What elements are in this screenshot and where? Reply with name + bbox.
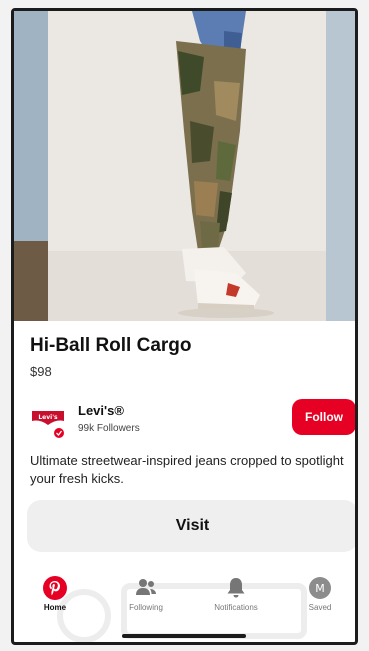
bell-icon <box>227 578 245 598</box>
nav-label-notifications: Notifications <box>214 603 258 612</box>
product-photo <box>14 11 355 321</box>
nav-item-saved[interactable]: M Saved <box>285 567 355 617</box>
product-price: $98 <box>30 364 52 379</box>
pinterest-icon <box>43 576 67 600</box>
home-indicator <box>122 634 246 638</box>
levis-logo-icon[interactable]: Levi's <box>30 407 66 441</box>
nav-label-home: Home <box>43 603 67 612</box>
product-description: Ultimate streetwear-inspired jeans cropp… <box>30 453 344 486</box>
svg-text:Levi's: Levi's <box>38 414 58 421</box>
brand-name[interactable]: Levi's® <box>78 403 124 418</box>
brand-followers: 99k Followers <box>78 423 140 434</box>
product-title: Hi-Ball Roll Cargo <box>30 335 192 356</box>
nav-item-home[interactable]: Home <box>20 567 90 617</box>
product-image[interactable] <box>14 11 355 321</box>
avatar-icon: M <box>309 577 331 599</box>
brand-row: Levi's Levi's® 99k Followers Follow <box>14 395 355 445</box>
follow-button[interactable]: Follow <box>292 399 355 435</box>
nav-item-following[interactable]: Following <box>111 567 181 617</box>
bottom-nav: Home Following Notifications M Saved <box>14 567 355 627</box>
people-icon <box>136 579 156 595</box>
phone-screen: Hi-Ball Roll Cargo $98 Levi's Levi's® 99… <box>11 8 358 645</box>
visit-button[interactable]: Visit <box>27 500 355 552</box>
nav-label-saved: Saved <box>308 603 332 612</box>
nav-item-notifications[interactable]: Notifications <box>201 567 271 617</box>
avatar-initial: M <box>315 582 325 595</box>
nav-label-following: Following <box>129 603 163 612</box>
